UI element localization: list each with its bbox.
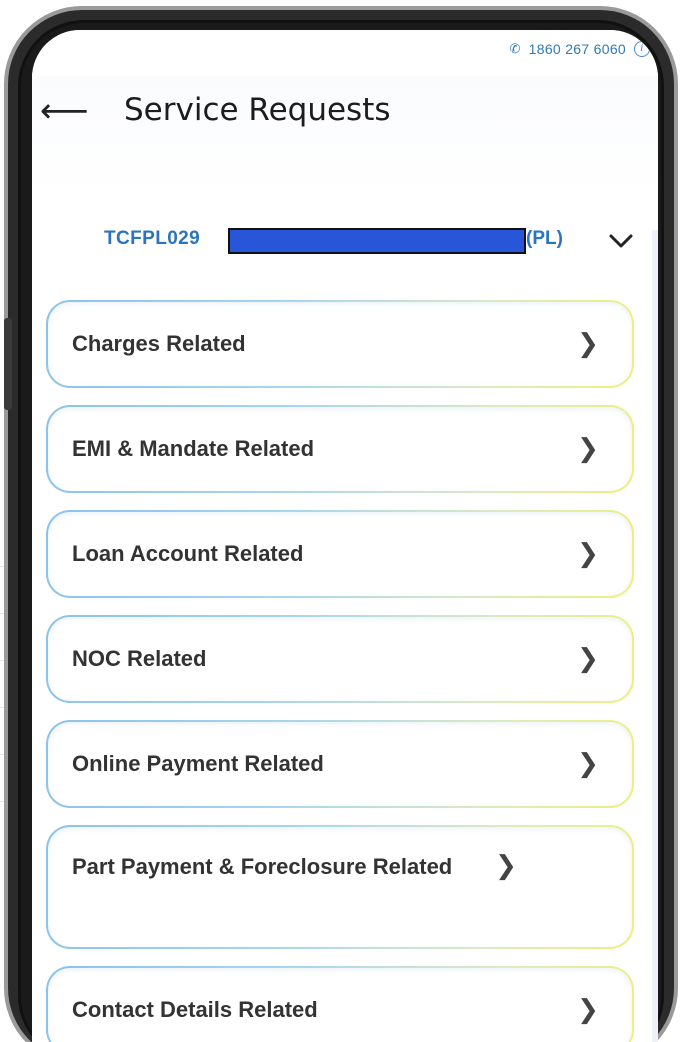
menu-item-label: Part Payment & Foreclosure Related bbox=[72, 854, 453, 879]
menu-item-loan-account[interactable]: Loan Account Related ❯ bbox=[46, 510, 634, 598]
phone-side-button bbox=[4, 318, 12, 410]
status-bar: ✆ 1860 267 6060 i bbox=[32, 30, 658, 76]
chevron-right-icon: ❯ bbox=[577, 434, 599, 464]
menu-item-noc[interactable]: NOC Related ❯ bbox=[46, 615, 634, 703]
back-arrow-icon[interactable]: ⟵ bbox=[40, 94, 89, 128]
phone-icon: ✆ bbox=[509, 41, 521, 56]
helpline[interactable]: ✆ 1860 267 6060 i bbox=[509, 41, 650, 57]
menu-item-emi-mandate[interactable]: EMI & Mandate Related ❯ bbox=[46, 405, 634, 493]
info-icon[interactable]: i bbox=[634, 41, 650, 57]
menu-item-online-payment[interactable]: Online Payment Related ❯ bbox=[46, 720, 634, 808]
chevron-right-icon: ❯ bbox=[577, 995, 599, 1025]
loan-id: TCFPL029 bbox=[104, 228, 201, 249]
helpline-number: 1860 267 6060 bbox=[528, 41, 626, 57]
menu-item-label: Charges Related bbox=[72, 331, 246, 356]
menu-item-label: NOC Related bbox=[72, 646, 207, 671]
chevron-down-icon[interactable] bbox=[606, 226, 636, 256]
menu-item-charges[interactable]: Charges Related ❯ bbox=[46, 300, 634, 388]
scrollbar[interactable] bbox=[652, 230, 658, 1042]
menu-item-label: Online Payment Related bbox=[72, 751, 324, 776]
page-title: Service Requests bbox=[124, 92, 391, 128]
chevron-right-icon: ❯ bbox=[577, 539, 599, 569]
loan-type: (PL) bbox=[526, 228, 563, 249]
chevron-right-icon: ❯ bbox=[577, 644, 599, 674]
chevron-right-icon: ❯ bbox=[495, 851, 517, 881]
app-screen: ✆ 1860 267 6060 i ⟵ Service Requests TCF… bbox=[32, 30, 658, 1042]
loan-selector[interactable]: TCFPL029 (PL) bbox=[104, 226, 633, 260]
menu-item-contact-details[interactable]: Contact Details Related ❯ bbox=[46, 966, 634, 1042]
chevron-right-icon: ❯ bbox=[577, 329, 599, 359]
menu-item-label: EMI & Mandate Related bbox=[72, 436, 315, 461]
menu-item-part-payment[interactable]: Part Payment & Foreclosure Related ❯ bbox=[46, 825, 634, 949]
service-request-menu: Charges Related ❯ EMI & Mandate Related … bbox=[46, 300, 634, 1042]
menu-item-label: Contact Details Related bbox=[72, 997, 318, 1022]
menu-item-label: Loan Account Related bbox=[72, 541, 304, 566]
chevron-right-icon: ❯ bbox=[577, 749, 599, 779]
redacted-loan-number bbox=[228, 228, 526, 254]
